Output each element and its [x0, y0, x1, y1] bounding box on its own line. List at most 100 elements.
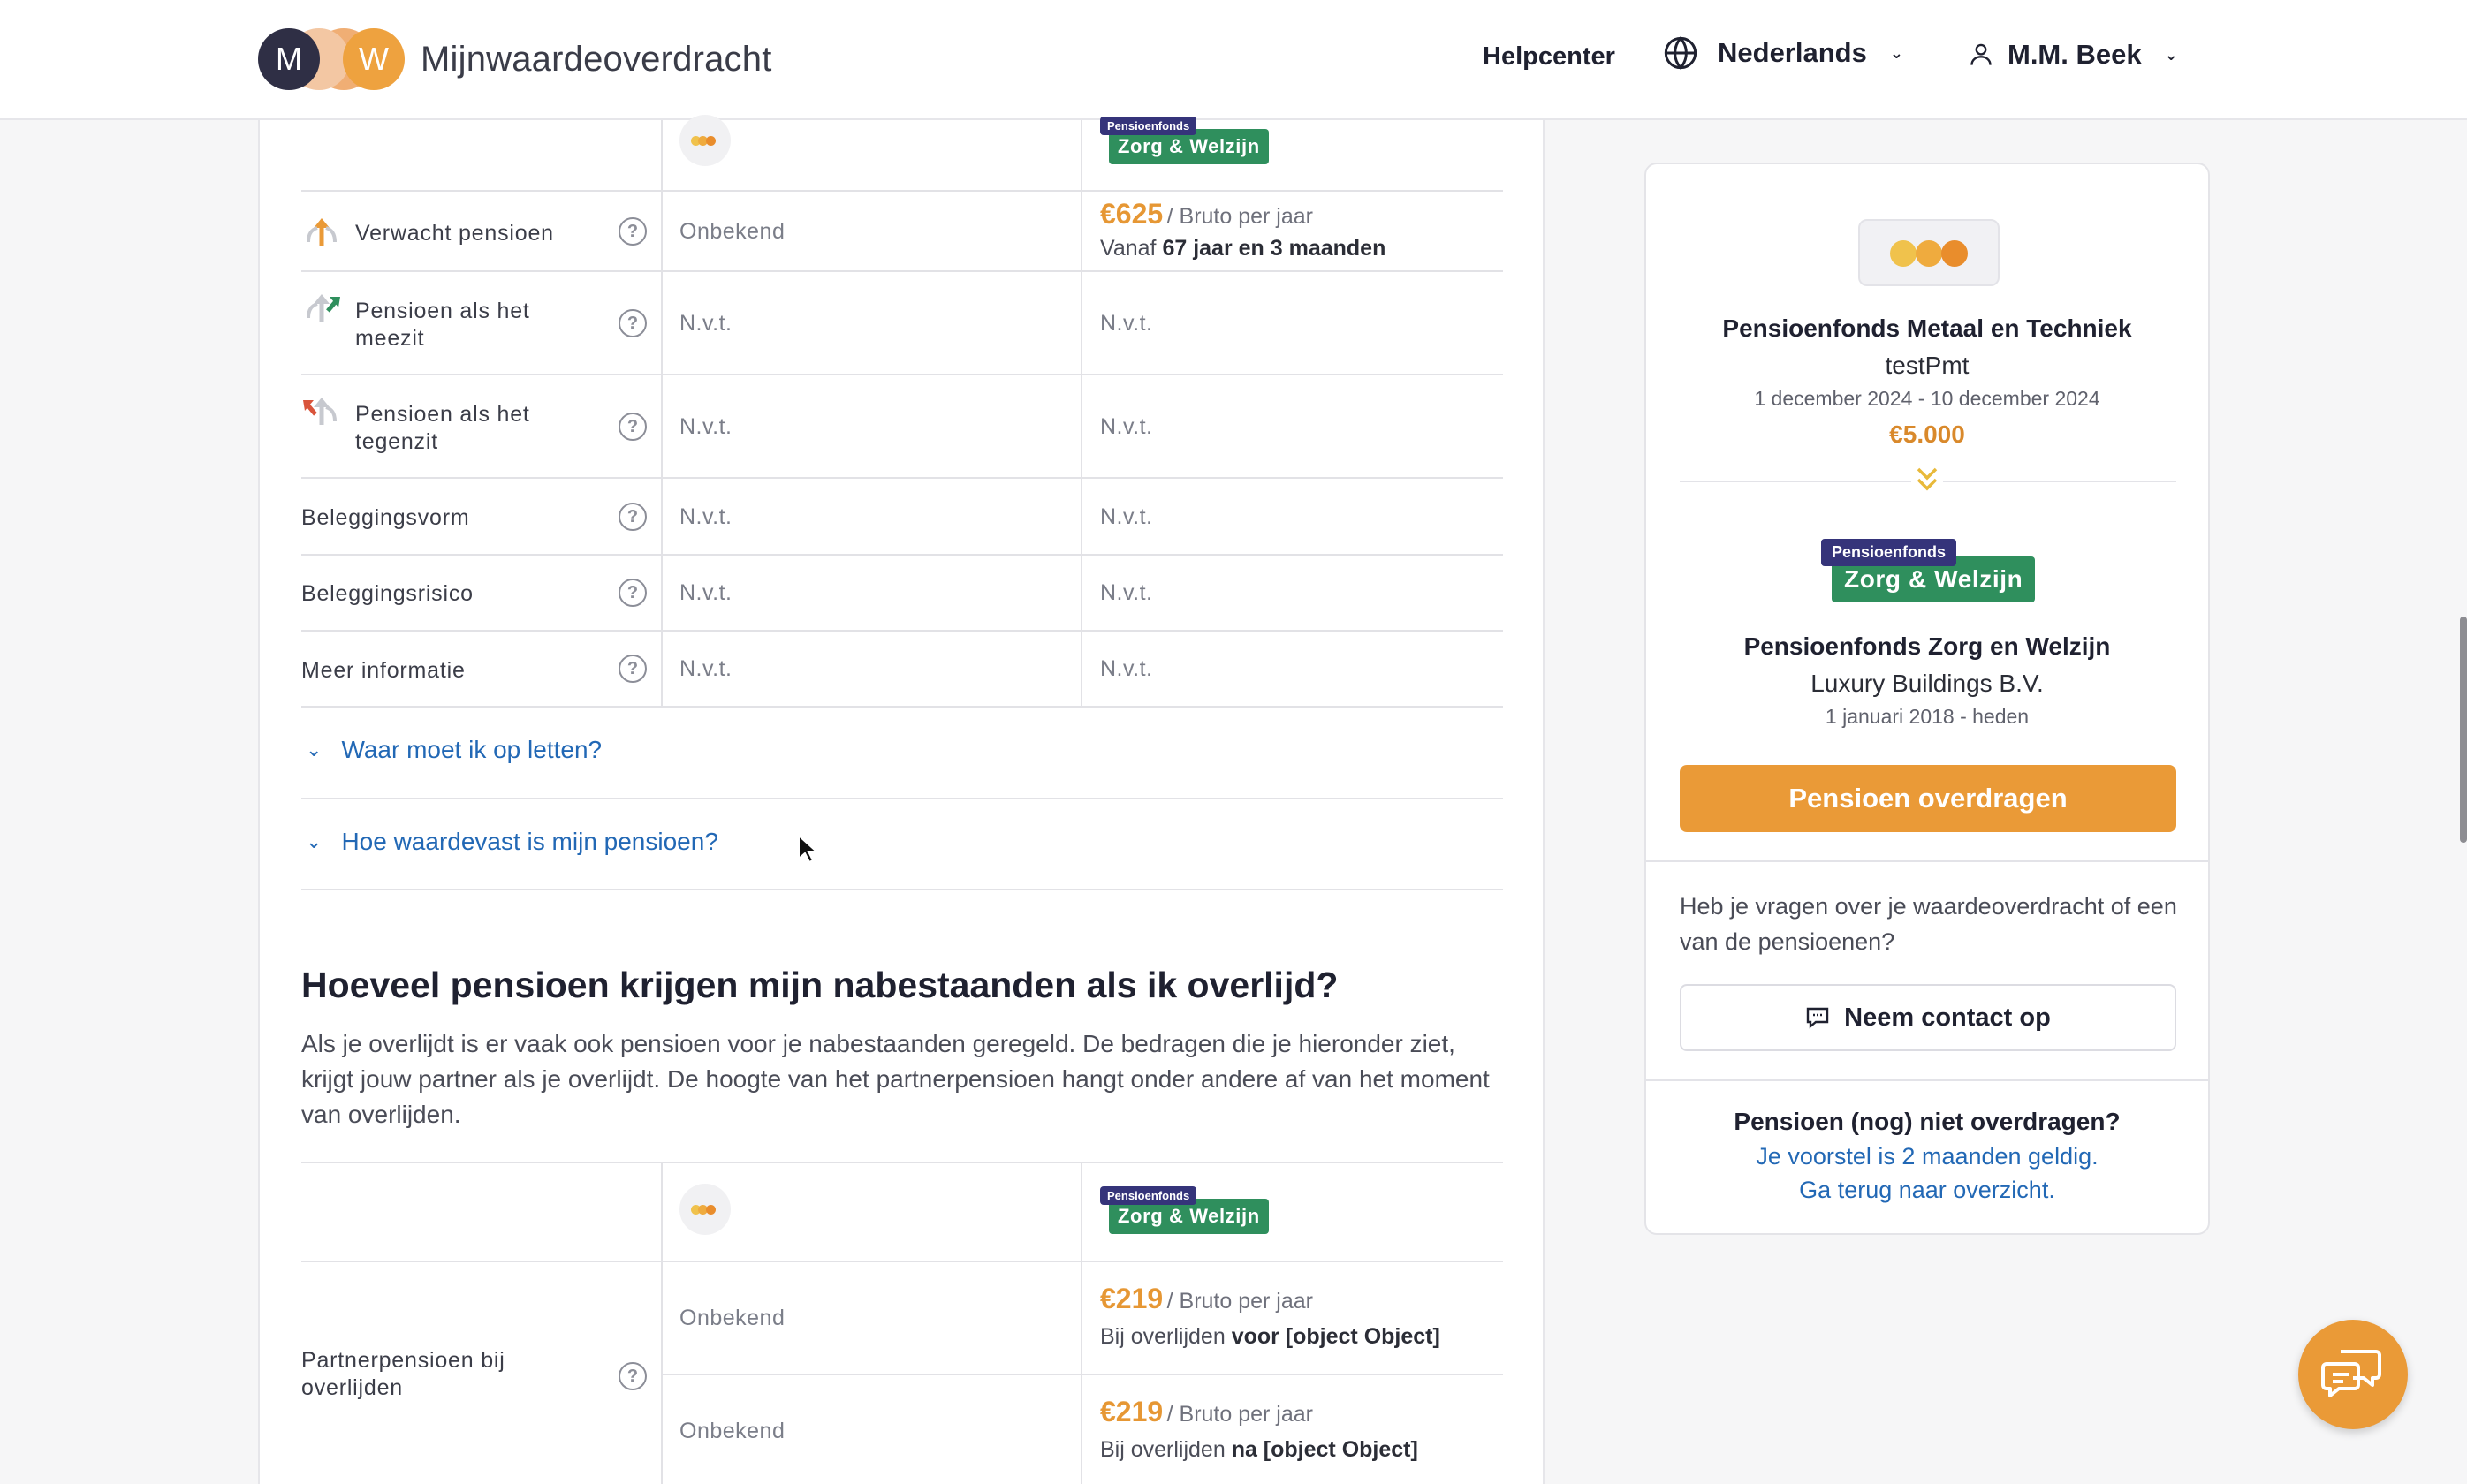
help-circle-icon[interactable]: ?: [619, 413, 647, 441]
help-circle-icon[interactable]: ?: [619, 655, 647, 683]
transfer-summary-card: Pensioenfonds Metaal en Techniek testPmt…: [1644, 163, 2210, 1235]
contact-question: Heb je vragen over je waardeoverdracht o…: [1680, 893, 2177, 955]
to-fund-name: Pensioenfonds Zorg en Welzijn: [1743, 632, 2111, 660]
help-circle-icon[interactable]: ?: [619, 503, 647, 531]
from-fund-name: Pensioenfonds Metaal en Techniek: [1722, 314, 2132, 342]
table-divider: [661, 120, 663, 707]
amount-unit: / Bruto per jaar: [1166, 204, 1313, 229]
transfer-pension-button[interactable]: Pensioen overdragen: [1680, 765, 2176, 832]
table-divider: [301, 630, 1503, 632]
page-scrollbar[interactable]: [2460, 617, 2467, 843]
row-label-beleggingsrisico: Beleggingsrisico: [301, 581, 474, 606]
table-divider: [301, 190, 1503, 192]
cell-meezit-col2: N.v.t.: [1100, 311, 1153, 336]
card-separator: [1646, 1079, 2208, 1081]
cell-partner-voor-col1: Onbekend: [679, 1306, 786, 1330]
amount-unit: / Bruto per jaar: [1166, 1289, 1313, 1314]
logo-dot: [1916, 240, 1942, 267]
table-divider: [301, 1261, 1503, 1262]
sub-prefix: Vanaf: [1100, 236, 1163, 261]
accordion-hoe-waardevast[interactable]: ⌄ Hoe waardevast is mijn pensioen?: [306, 828, 718, 856]
help-circle-icon[interactable]: ?: [619, 217, 647, 246]
cell-meezit-col1: N.v.t.: [679, 311, 733, 336]
cell-partner-na-col1: Onbekend: [679, 1419, 786, 1443]
chevron-down-icon: ⌄: [2164, 45, 2178, 64]
cell-tegenzit-col2: N.v.t.: [1100, 414, 1153, 439]
label-line: Pensioen als het: [355, 402, 530, 427]
cell-partner-na-col2: €219 / Bruto per jaar Bij overlijden na …: [1100, 1396, 1418, 1463]
logo-dot: [1941, 240, 1968, 267]
logo-text: Mijnwaardeoverdracht: [421, 39, 772, 79]
chevron-down-icon: ⌄: [1889, 43, 1903, 62]
cell-verwacht-col2: €625 / Bruto per jaar Vanaf 67 jaar en 3…: [1100, 198, 1385, 261]
app-logo[interactable]: M W Mijnwaardeoverdracht: [258, 28, 772, 90]
logo-dot: [706, 136, 716, 146]
sub-prefix: Bij overlijden: [1100, 1324, 1232, 1349]
contact-button[interactable]: Neem contact op: [1680, 984, 2176, 1051]
accordion-waar-moet-ik-op-letten[interactable]: ⌄ Waar moet ik op letten?: [306, 736, 602, 764]
section-body-nabestaanden: Als je overlijdt is er vaak ook pensioen…: [301, 1030, 1490, 1128]
chevron-down-icon: ⌄: [306, 738, 323, 761]
proposal-valid-link[interactable]: Je voorstel is 2 maanden geldig.: [1646, 1143, 2208, 1170]
label-line: Partnerpensioen bij: [301, 1348, 505, 1373]
amount-value: €219: [1100, 1283, 1164, 1314]
cell-meer-informatie-col2: N.v.t.: [1100, 656, 1153, 681]
pension-downside-icon: [303, 398, 337, 425]
logo-dot: [1890, 240, 1917, 267]
metaal-techniek-mini-logo: [679, 115, 731, 166]
top-header: M W Mijnwaardeoverdracht Helpcenter Nede…: [0, 0, 2467, 120]
table-divider: [661, 1162, 663, 1484]
accordion-divider: [301, 798, 1503, 799]
label-line: Pensioen als het: [355, 299, 530, 323]
row-label-beleggingsvorm: Beleggingsvorm: [301, 505, 470, 530]
amount-unit: / Bruto per jaar: [1166, 1402, 1313, 1427]
cell-beleggingsrisico-col2: N.v.t.: [1100, 580, 1153, 605]
label-line: overlijden: [301, 1375, 404, 1400]
cell-beleggingsvorm-col1: N.v.t.: [679, 504, 733, 529]
help-circle-icon[interactable]: ?: [619, 1362, 647, 1390]
cell-sub: Bij overlijden na [object Object]: [1100, 1437, 1418, 1463]
from-period: 1 december 2024 - 10 december 2024: [1754, 387, 2100, 410]
chat-button[interactable]: [2298, 1320, 2408, 1429]
metaal-techniek-logo: [1858, 219, 2000, 286]
not-transfer-title: Pensioen (nog) niet overdragen?: [1734, 1108, 2121, 1135]
cell-sub: Vanaf 67 jaar en 3 maanden: [1100, 236, 1385, 261]
table-divider: [301, 477, 1503, 479]
back-to-overview-link[interactable]: Ga terug naar overzicht.: [1646, 1177, 2208, 1204]
logo-dot: [706, 1205, 716, 1215]
amount-value: €625: [1100, 198, 1164, 230]
to-employer: Luxury Buildings B.V.: [1810, 670, 2044, 697]
pensioenfonds-label: Pensioenfonds: [1821, 539, 1957, 566]
metaal-techniek-mini-logo: [679, 1184, 731, 1235]
from-employer: testPmt: [1885, 352, 1970, 379]
sub-prefix: Bij overlijden: [1100, 1437, 1232, 1462]
table-divider: [301, 554, 1503, 556]
mouse-cursor-icon: [798, 834, 818, 864]
row-label-tegenzit: Pensioen als het tegenzit: [355, 401, 530, 456]
language-selector[interactable]: Nederlands ⌄: [1663, 35, 1903, 71]
accordion-label: Waar moet ik op letten?: [341, 736, 603, 763]
row-label-verwacht-pensioen: Verwacht pensioen: [355, 221, 554, 246]
sub-bold: voor [object Object]: [1231, 1324, 1440, 1349]
accordion-divider: [301, 889, 1503, 890]
helpcenter-link[interactable]: Helpcenter: [1483, 42, 1615, 72]
help-circle-icon[interactable]: ?: [619, 309, 647, 337]
chat-icon: [1806, 1007, 1829, 1029]
user-menu[interactable]: M.M. Beek ⌄: [1969, 39, 2178, 71]
amount-value: €219: [1100, 1396, 1164, 1427]
cell-sub: Bij overlijden voor [object Object]: [1100, 1324, 1440, 1350]
globe-icon: [1664, 36, 1697, 70]
label-line: meezit: [355, 326, 425, 351]
expected-pension-icon: [307, 218, 337, 246]
pensioenfonds-label: Pensioenfonds: [1100, 1186, 1197, 1205]
table-divider: [1081, 120, 1082, 707]
to-period: 1 januari 2018 - heden: [1825, 705, 2030, 728]
table-divider: [301, 270, 1503, 272]
cell-meer-informatie-col1: N.v.t.: [679, 656, 733, 681]
help-circle-icon[interactable]: ?: [619, 579, 647, 607]
contact-button-label: Neem contact op: [1844, 1003, 2051, 1032]
label-line: tegenzit: [355, 429, 438, 454]
row-label-partnerpensioen: Partnerpensioen bij overlijden: [301, 1347, 505, 1402]
row-label-meer-informatie: Meer informatie: [301, 658, 466, 683]
accordion-label: Hoe waardevast is mijn pensioen?: [341, 828, 718, 855]
